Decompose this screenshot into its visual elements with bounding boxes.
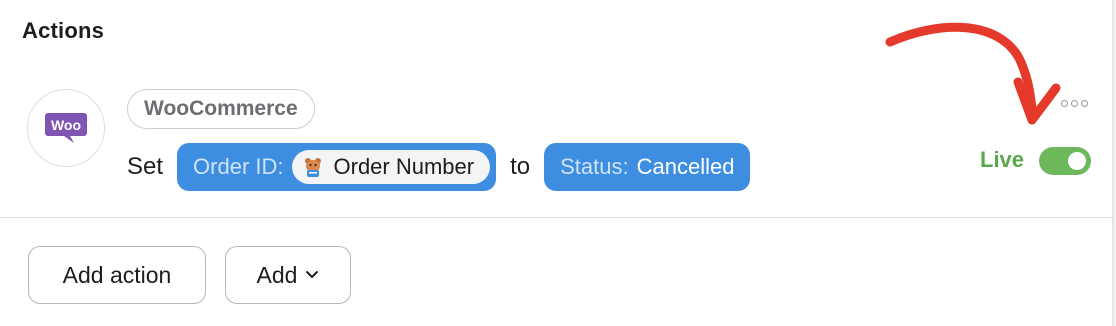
token-label: Order Number <box>333 154 475 179</box>
order-number-token[interactable]: Order Number <box>291 150 491 184</box>
add-button-label: Add <box>256 261 298 288</box>
status-field-pill[interactable]: Status: Cancelled <box>544 143 751 191</box>
wpforms-bear-icon <box>302 156 324 178</box>
live-toggle[interactable] <box>1039 147 1091 175</box>
woo-logo-mark: Woo <box>45 113 87 143</box>
order-id-field-pill[interactable]: Order ID: Order Number <box>177 143 497 191</box>
add-action-button[interactable]: Add action <box>28 246 206 304</box>
verb-text: Set <box>127 153 164 180</box>
status-value-label: Cancelled <box>636 154 735 179</box>
live-label: Live <box>980 147 1025 172</box>
connector-text: to <box>510 153 531 180</box>
toggle-knob <box>1068 152 1086 170</box>
section-title: Actions <box>22 18 105 43</box>
woocommerce-logo-icon: Woo <box>27 89 105 167</box>
field-key-label: Order ID: <box>193 154 284 179</box>
status-key-label: Status: <box>560 154 629 179</box>
annotation-arrow-icon <box>885 22 1061 125</box>
action-sentence: Set Order ID: Order Number to Status: Ca… <box>127 143 751 191</box>
app-name-chip[interactable]: WooCommerce <box>127 89 315 129</box>
more-horizontal-icon[interactable] <box>1061 100 1088 107</box>
chevron-down-icon <box>305 270 319 280</box>
divider <box>0 217 1114 218</box>
actions-panel: Actions Woo WooCommerce Set Order ID: Or… <box>0 0 1114 326</box>
add-dropdown-button[interactable]: Add <box>225 246 351 304</box>
logo-text: Woo <box>51 117 81 133</box>
